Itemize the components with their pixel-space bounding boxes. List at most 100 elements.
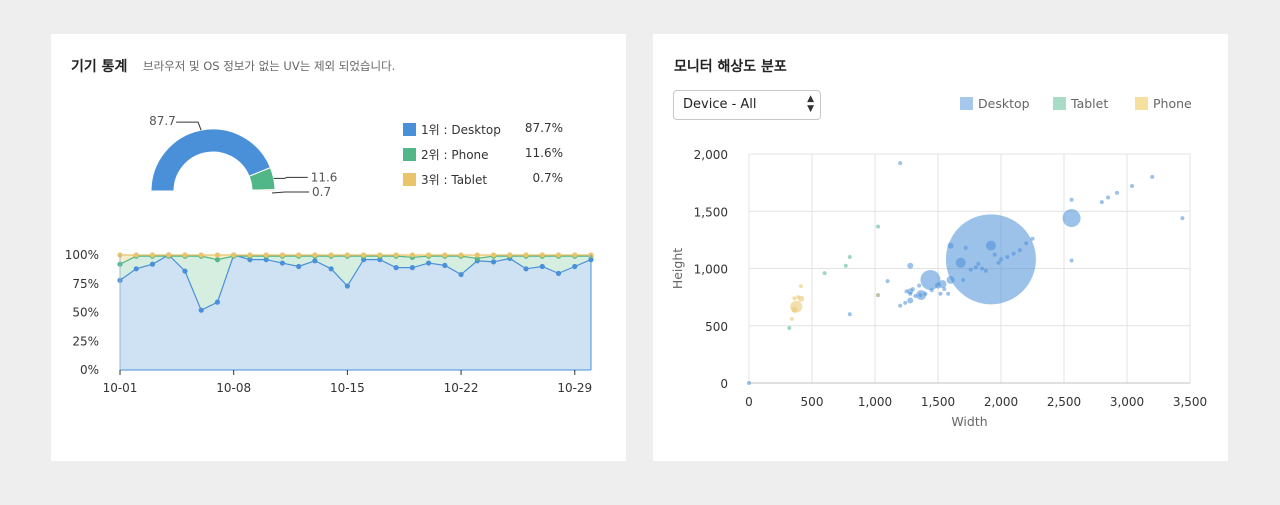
scatter-point-tablet [847,255,852,260]
scatter-point-desktop [908,291,913,296]
area-point [572,252,578,258]
scatter-point-tablet [787,326,792,331]
scatter-point-desktop [907,297,914,304]
donut-label-desktop: 87.7 [149,114,176,128]
scatter-point-desktop [1069,197,1074,202]
area-point [344,283,350,289]
legend-swatch-desktop [960,97,973,110]
scatter-point-desktop [903,300,908,305]
area-point [279,260,286,266]
area-point [133,252,139,258]
area-point [328,252,334,258]
device-filter-select[interactable]: Device - All ▲ ▼ [673,90,821,120]
scatter-point-desktop [983,268,988,273]
area-ytick-label: 25% [72,334,99,348]
resolution-scatter-chart: 0 500 1,000 1,500 2,000 0 500 1,000 1,500 2,000 2,… [670,148,1207,429]
scatter-ytick-label: 1,000 [694,263,728,277]
area-point [442,252,448,258]
monitor-resolution-card: 모니터 해상도 분포 Device - All ▲ ▼ Desktop Table… [653,34,1228,461]
scatter-point-desktop [918,293,923,298]
scatter-point-desktop [1005,255,1010,260]
scatter-ytick-label: 2,000 [694,148,728,162]
legend-swatch-phone [1135,97,1148,110]
legend-swatch-tablet [403,173,416,186]
area-ytick-label: 100% [65,248,99,262]
scatter-point-desktop [946,291,951,296]
device-filter-value: Device - All [683,97,757,112]
scatter-xtick-label: 1,500 [921,395,955,409]
scatter-point-desktop [1062,209,1081,228]
area-point [490,252,497,258]
scatter-legend-desktop[interactable]: Desktop [960,96,1030,111]
area-point [328,266,334,272]
area-point [214,257,221,263]
legend-item-desktop[interactable]: 1위 : Desktop 87.7% [403,121,563,146]
scatter-point-desktop [1099,200,1104,205]
area-point [572,263,578,270]
scatter-point-desktop [996,260,1001,265]
area-point [231,252,237,258]
scatter-point-desktop [946,275,955,284]
area-point [425,252,432,258]
scatter-point-desktop [1106,195,1111,200]
legend-item-tablet[interactable]: 3위 : Tablet 0.7% [403,171,563,196]
area-point [133,266,139,272]
scatter-xtick-label: 3,000 [1110,395,1144,409]
area-point [458,252,464,258]
legend-value: 0.7% [532,171,564,185]
area-point [279,252,286,258]
donut-leader-tablet [271,191,309,194]
scatter-point-desktop [980,266,985,271]
area-point [214,299,221,305]
scatter-ytick-label: 0 [720,377,728,391]
area-ytick-label: 75% [72,277,99,291]
scatter-point-desktop [947,242,954,249]
legend-label: 2위 : Phone [421,148,489,162]
scatter-xtick-label: 3,500 [1173,395,1207,409]
area-point [555,252,562,258]
donut-label-phone: 11.6 [311,170,338,184]
scatter-point-desktop [898,161,903,166]
legend-swatch-tablet [1053,97,1066,110]
area-xtick-label: 10-22 [444,381,479,395]
donut-leader-phone [273,176,308,179]
area-point [442,262,448,268]
area-xtick-label: 10-08 [216,381,251,395]
area-point [182,268,188,274]
scatter-point-phone [791,306,798,313]
area-point [149,252,156,258]
area-point [409,252,415,258]
area-xtick-label: 10-15 [330,381,365,395]
scatter-point-desktop [923,291,928,296]
area-point [361,252,367,258]
legend-item-phone[interactable]: 2위 : Phone 11.6% [403,146,563,171]
area-point [425,260,432,266]
scatter-xtick-label: 0 [745,395,753,409]
scatter-point-desktop [963,245,968,250]
scatter-legend-phone[interactable]: Phone [1135,96,1192,111]
scatter-x-axis-label: Width [951,414,987,429]
scatter-point-desktop [917,283,922,288]
legend-swatch-desktop [403,123,416,136]
area-point [490,259,497,265]
legend-value: 11.6% [524,146,563,160]
scatter-point-desktop [968,267,973,272]
scatter-point-tablet [843,263,848,268]
device-trend-area-chart: 0% 25% 50% 75% 100% 10-01 10-08 10-15 10-22 10-29 [65,248,594,395]
device-stats-title: 기기 통계 [71,59,128,75]
device-stats-card: 기기 통계 브라우저 및 OS 정보가 없는 UV는 제외 되었습니다. 87.… [51,34,626,461]
area-point [198,307,204,313]
scatter-point-desktop [904,289,909,294]
scatter-point-desktop [1024,241,1029,246]
area-point [296,263,302,270]
area-ytick-label: 50% [72,306,99,320]
device-legend: 1위 : Desktop 87.7% 2위 : Phone 11.6% 3위 :… [403,121,563,196]
area-point [523,252,529,258]
scatter-legend-tablet[interactable]: Tablet [1053,96,1108,111]
area-point [474,252,480,258]
donut-label-tablet: 0.7 [312,185,331,199]
scatter-point-desktop [1069,258,1074,263]
device-stats-subtitle: 브라우저 및 OS 정보가 없는 UV는 제외 되었습니다. [143,59,396,73]
scatter-point-tablet [822,271,827,276]
scatter-xtick-label: 2,500 [1047,395,1081,409]
